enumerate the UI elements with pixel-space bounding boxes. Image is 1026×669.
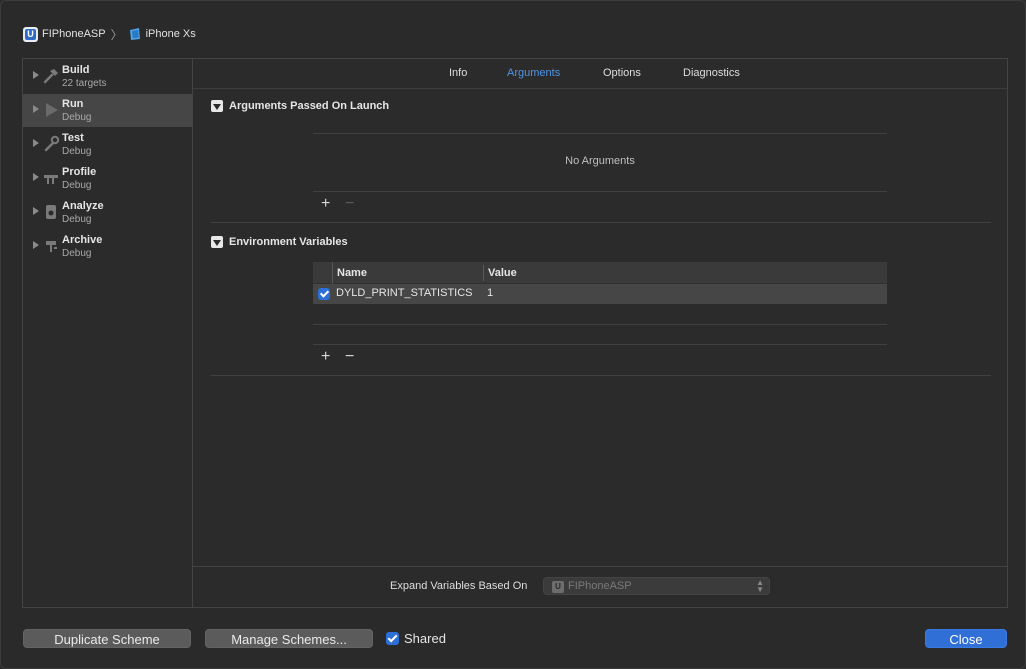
disclosure-triangle-icon[interactable] bbox=[33, 173, 39, 181]
sidebar-item-analyze[interactable]: Analyze Debug bbox=[23, 196, 192, 229]
action-sidebar: Build 22 targets Run Debug Test Debug Pr… bbox=[23, 59, 193, 607]
sidebar-item-title: Run bbox=[62, 98, 84, 110]
device-icon bbox=[129, 28, 140, 40]
arguments-section-title: Arguments Passed On Launch bbox=[229, 100, 390, 112]
instruments-icon bbox=[44, 175, 58, 184]
sidebar-item-title: Build bbox=[62, 64, 90, 76]
disclosure-triangle-icon[interactable] bbox=[33, 105, 39, 113]
sidebar-item-title: Archive bbox=[62, 234, 103, 246]
column-header-enabled[interactable] bbox=[313, 262, 333, 284]
sidebar-item-build[interactable]: Build 22 targets bbox=[23, 60, 192, 93]
sidebar-item-test[interactable]: Test Debug bbox=[23, 128, 192, 161]
expand-variables-bar: Expand Variables Based On U FIPhoneASP ▲… bbox=[193, 566, 1007, 607]
env-table-header: Name Value bbox=[313, 262, 887, 284]
scheme-content: Info Arguments Options Diagnostics Argum… bbox=[193, 59, 1007, 607]
remove-env-variable-button[interactable]: − bbox=[345, 349, 354, 365]
sidebar-item-profile[interactable]: Profile Debug bbox=[23, 162, 192, 195]
divider bbox=[313, 344, 887, 345]
env-enabled-checkbox[interactable] bbox=[318, 288, 330, 300]
app-icon: U bbox=[23, 26, 38, 42]
scheme-editor-window: U FIPhoneASP 〉 iPhone Xs Build 22 target… bbox=[0, 0, 1026, 669]
updown-arrows-icon: ▲ ▼ bbox=[756, 578, 764, 594]
env-section-header[interactable]: Environment Variables bbox=[211, 236, 348, 248]
disclosure-triangle-icon[interactable] bbox=[33, 207, 39, 215]
disclosure-triangle-icon[interactable] bbox=[33, 241, 39, 249]
tab-bar: Info Arguments Options Diagnostics bbox=[193, 59, 1007, 89]
sidebar-item-subtitle: Debug bbox=[62, 112, 92, 123]
tab-options[interactable]: Options bbox=[603, 67, 641, 79]
hammer-icon bbox=[43, 69, 58, 84]
sidebar-item-run[interactable]: Run Debug bbox=[23, 94, 192, 127]
sidebar-item-title: Analyze bbox=[62, 200, 104, 212]
divider bbox=[313, 191, 887, 192]
column-header-value[interactable]: Value bbox=[488, 267, 517, 279]
breadcrumb-device[interactable]: iPhone Xs bbox=[146, 28, 196, 40]
shared-checkbox[interactable] bbox=[386, 632, 399, 645]
sidebar-item-subtitle: Debug bbox=[62, 146, 92, 157]
disclosure-triangle-icon[interactable] bbox=[211, 100, 223, 112]
divider bbox=[211, 222, 991, 223]
tab-arguments[interactable]: Arguments bbox=[507, 67, 560, 79]
analyze-icon bbox=[46, 205, 56, 219]
env-variables-table: Name Value DYLD_PRINT_STATISTICS 1 bbox=[313, 262, 887, 304]
expand-variables-value: FIPhoneASP bbox=[568, 580, 632, 592]
duplicate-scheme-button[interactable]: Duplicate Scheme bbox=[23, 629, 191, 648]
table-row[interactable]: DYLD_PRINT_STATISTICS 1 bbox=[313, 284, 887, 304]
divider bbox=[313, 324, 887, 325]
no-arguments-label: No Arguments bbox=[565, 155, 635, 167]
expand-variables-label: Expand Variables Based On bbox=[390, 580, 528, 592]
tab-info[interactable]: Info bbox=[449, 67, 467, 79]
disclosure-triangle-icon[interactable] bbox=[211, 236, 223, 248]
divider bbox=[313, 133, 887, 134]
sidebar-item-title: Profile bbox=[62, 166, 97, 178]
scheme-breadcrumb[interactable]: U FIPhoneASP 〉 iPhone Xs bbox=[23, 26, 196, 42]
shared-toggle[interactable]: Shared bbox=[386, 631, 446, 646]
add-env-variable-button[interactable]: + bbox=[321, 349, 330, 365]
divider bbox=[211, 375, 991, 376]
sidebar-item-title: Test bbox=[62, 132, 84, 144]
sidebar-item-subtitle: Debug bbox=[62, 180, 92, 191]
shared-label: Shared bbox=[404, 631, 446, 646]
play-icon bbox=[46, 103, 58, 117]
sidebar-item-subtitle: Debug bbox=[62, 248, 92, 259]
app-icon: U bbox=[552, 581, 564, 593]
archive-icon bbox=[46, 241, 57, 252]
disclosure-triangle-icon[interactable] bbox=[33, 71, 39, 79]
sidebar-item-archive[interactable]: Archive Debug bbox=[23, 230, 192, 263]
expand-variables-popup[interactable]: U FIPhoneASP ▲ ▼ bbox=[543, 577, 770, 595]
column-header-name[interactable]: Name bbox=[337, 267, 367, 279]
column-divider[interactable] bbox=[483, 265, 484, 281]
manage-schemes-button[interactable]: Manage Schemes... bbox=[205, 629, 373, 648]
breadcrumb-scheme[interactable]: FIPhoneASP bbox=[42, 28, 106, 40]
arguments-section-header[interactable]: Arguments Passed On Launch bbox=[211, 100, 389, 112]
env-name-cell[interactable]: DYLD_PRINT_STATISTICS bbox=[336, 287, 473, 299]
scheme-panel: Build 22 targets Run Debug Test Debug Pr… bbox=[22, 58, 1008, 608]
sidebar-item-subtitle: Debug bbox=[62, 214, 92, 225]
env-value-cell[interactable]: 1 bbox=[487, 287, 493, 299]
env-section-title: Environment Variables bbox=[229, 236, 348, 248]
sidebar-item-subtitle: 22 targets bbox=[62, 78, 107, 89]
add-argument-button[interactable]: + bbox=[321, 196, 330, 212]
chevron-right-icon: 〉 bbox=[110, 27, 123, 42]
remove-argument-button[interactable]: − bbox=[345, 196, 354, 212]
tab-diagnostics[interactable]: Diagnostics bbox=[683, 67, 740, 79]
close-button[interactable]: Close bbox=[925, 629, 1007, 648]
disclosure-triangle-icon[interactable] bbox=[33, 139, 39, 147]
wrench-icon bbox=[44, 135, 60, 152]
